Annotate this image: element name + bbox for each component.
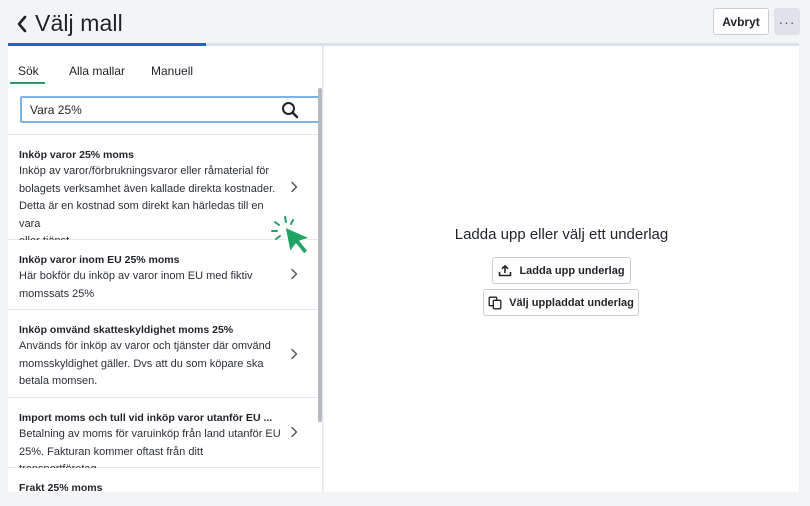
template-list: Inköp varor 25% moms Inköp av varor/förb… [8, 134, 322, 492]
chevron-left-icon [17, 15, 27, 33]
chevron-right-icon [291, 268, 298, 280]
tab-bar: Sök Alla mallar Manuell [8, 46, 322, 86]
upload-heading: Ladda upp eller välj ett underlag [454, 226, 669, 243]
page-title: Välj mall [35, 10, 123, 36]
template-title: Inköp omvänd skatteskyldighet moms 25% [19, 324, 234, 336]
active-tab-indicator [10, 82, 45, 84]
tab-search[interactable]: Sök [18, 64, 39, 78]
chevron-right-icon [291, 426, 298, 438]
chevron-right-icon [291, 181, 298, 193]
tab-all-templates[interactable]: Alla mallar [69, 64, 125, 78]
copy-files-icon [488, 296, 502, 309]
list-scrollbar[interactable] [318, 88, 322, 422]
template-search-panel: Sök Alla mallar Manuell Inköp varor 25% … [8, 46, 323, 492]
template-description: Används för inköp av varor och tjänster … [19, 340, 271, 387]
document-panel: Ladda upp eller välj ett underlag Ladda … [324, 46, 799, 492]
template-title: Inköp varor 25% moms [19, 149, 134, 161]
chevron-right-icon [291, 348, 298, 360]
more-options-button[interactable]: ··· [774, 8, 800, 35]
template-description: Här bokför du inköp av varor inom EU med… [19, 270, 253, 300]
list-item[interactable]: Inköp varor inom EU 25% moms Här bokför … [8, 240, 320, 310]
tab-manual[interactable]: Manuell [151, 64, 193, 78]
upload-icon [499, 264, 512, 277]
search-icon[interactable] [281, 101, 299, 119]
cancel-button[interactable]: Avbryt [713, 8, 769, 35]
template-description: Inköp av varor/förbrukningsvaror eller r… [19, 165, 276, 247]
back-button[interactable] [12, 12, 32, 36]
list-item[interactable]: Inköp omvänd skatteskyldighet moms 25% A… [8, 310, 320, 398]
header: Välj mall Avbryt ··· [0, 0, 810, 48]
template-title: Frakt 25% moms [19, 482, 103, 492]
list-item[interactable]: Frakt 25% moms [8, 468, 320, 492]
choose-uploaded-label: Välj uppladdat underlag [509, 296, 634, 309]
template-title: Import moms och tull vid inköp varor uta… [19, 412, 273, 424]
list-item[interactable]: Inköp varor 25% moms Inköp av varor/förb… [8, 135, 320, 247]
more-dots-icon: ··· [778, 13, 796, 30]
template-title: Inköp varor inom EU 25% moms [19, 254, 180, 266]
choose-uploaded-button[interactable]: Välj uppladdat underlag [483, 289, 639, 316]
upload-document-button[interactable]: Ladda upp underlag [492, 257, 631, 284]
search-field[interactable] [20, 96, 320, 123]
upload-document-label: Ladda upp underlag [519, 264, 625, 277]
list-item[interactable]: Import moms och tull vid inköp varor uta… [8, 398, 320, 475]
search-input[interactable] [30, 101, 280, 118]
